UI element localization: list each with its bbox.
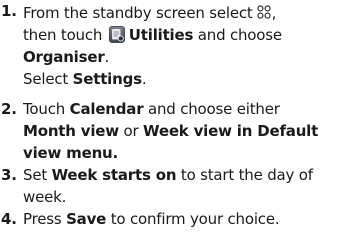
menu-grid-icon [256,3,271,19]
step-number: 1. [1,2,17,20]
settings-label: Settings [72,70,142,88]
step-2: 2. Touch Calendar and choose either Mont… [0,98,356,164]
step-text: and choose [197,26,282,44]
step-text: . [141,70,147,88]
step-text: then touch [23,26,103,44]
step-text: From the standby screen select [23,4,253,22]
step-1: 1. From the standby screen select, then … [0,0,356,98]
step-text: or [123,122,139,140]
step-text: Press [23,210,62,228]
step-text: Select [23,70,69,88]
step-text: Touch [23,100,66,118]
step-text: Set [23,166,48,184]
step-text: and choose either [148,100,280,118]
step-number: 3. [1,166,17,184]
step-text: to confirm your choice. [110,210,280,228]
save-label: Save [66,210,107,228]
utilities-label: Utilities [128,26,194,44]
instruction-steps: 1. From the standby screen select, then … [0,0,356,230]
utilities-icon [108,26,125,43]
step-4: 4. Press Save to confirm your choice. [0,208,356,230]
step-number: 4. [1,210,17,228]
organiser-label: Organiser [23,48,105,66]
calendar-label: Calendar [69,100,144,118]
step-text: , [271,4,277,22]
step-3: 3. Set Week starts on to start the day o… [0,164,356,208]
week-starts-label: Week starts on [51,166,177,184]
step-text: . [104,48,110,66]
step-number: 2. [1,100,17,118]
month-view-label: Month view [23,122,119,140]
